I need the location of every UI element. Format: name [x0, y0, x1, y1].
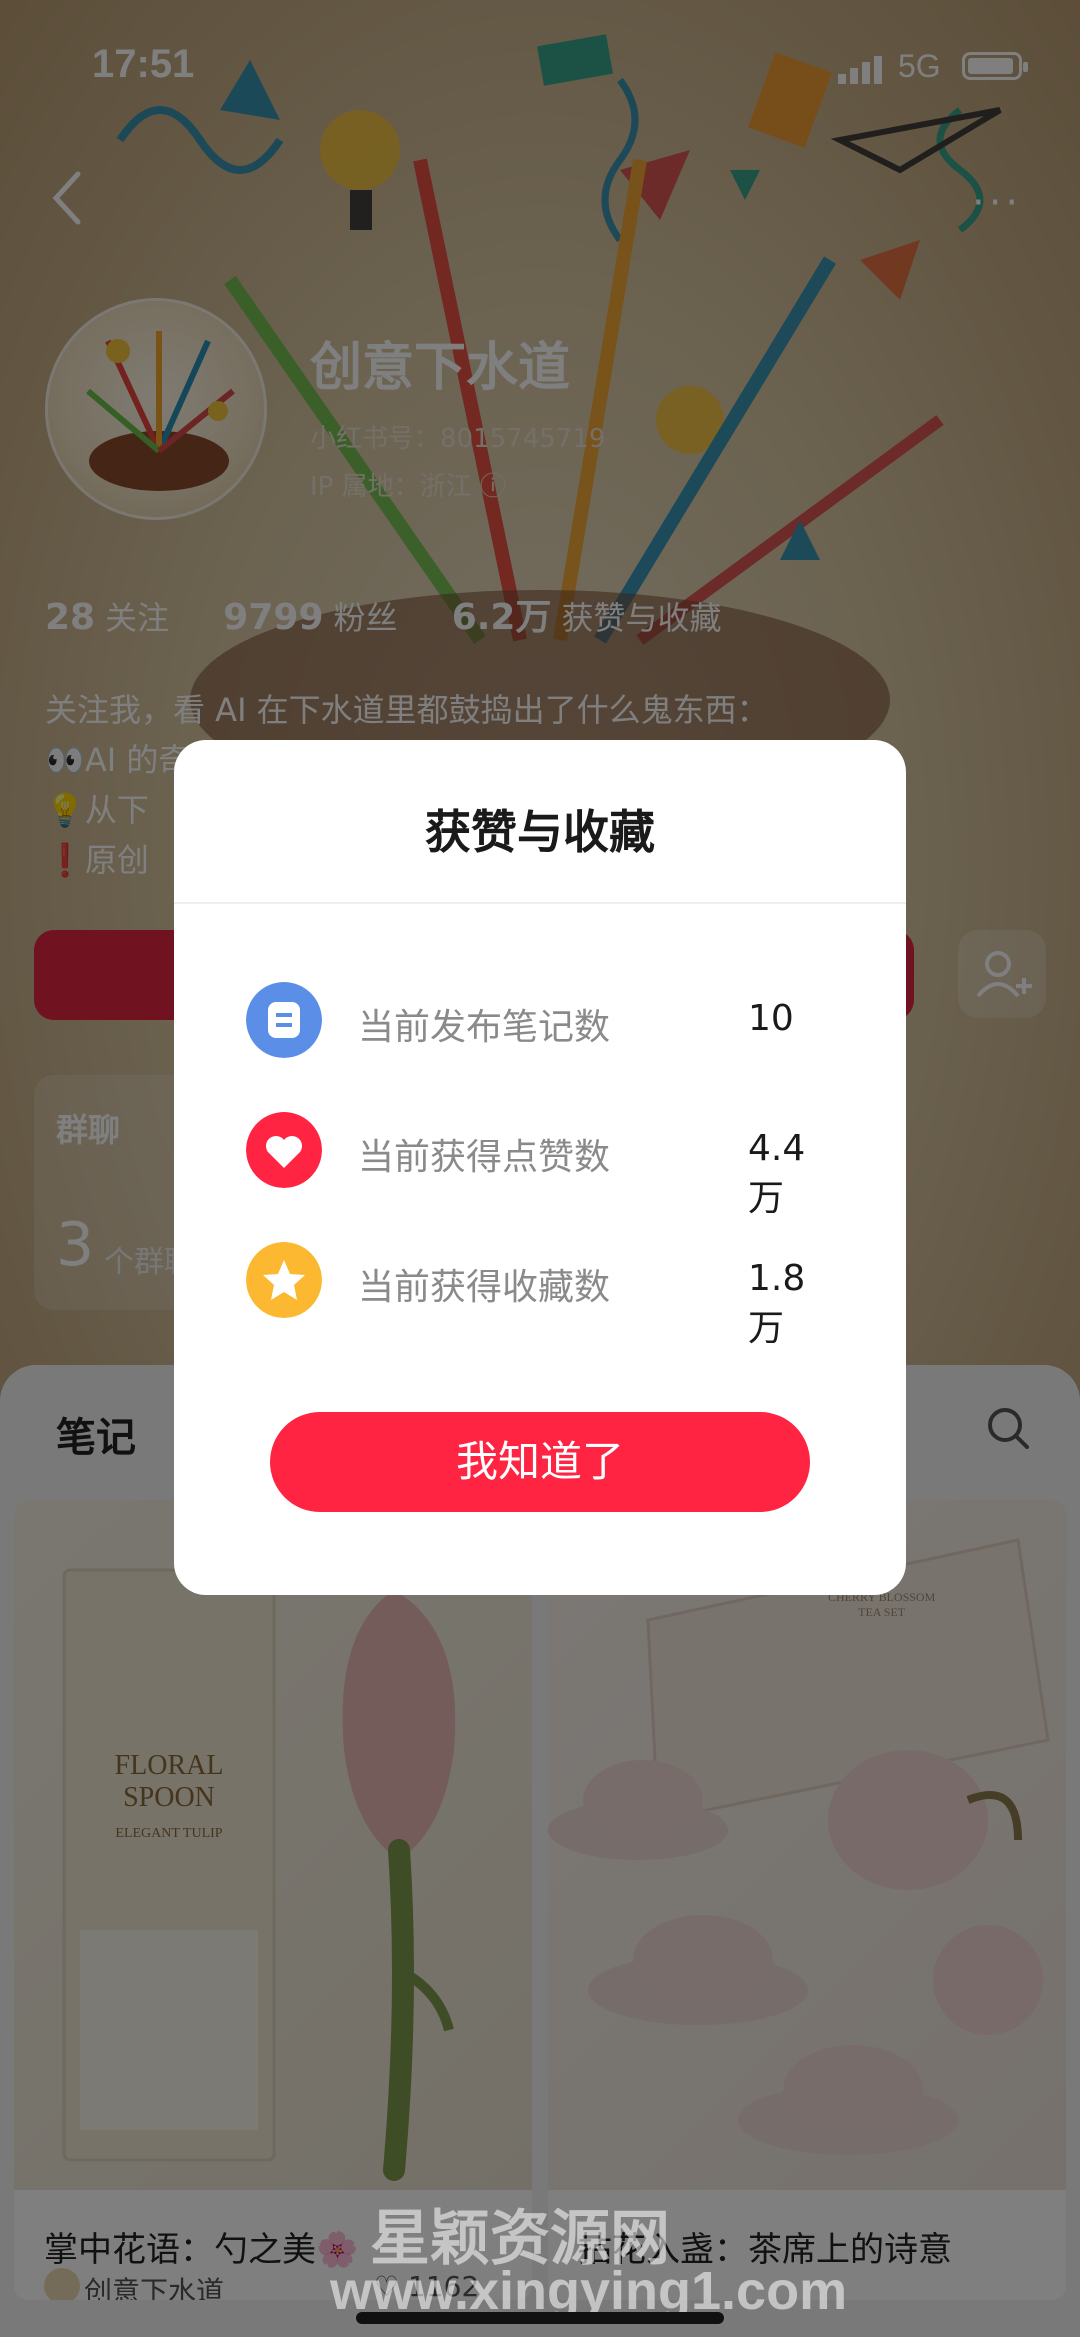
star-icon: [246, 1242, 322, 1318]
stat-row-notes: 当前发布笔记数 10: [246, 980, 846, 1060]
stat-value: 10: [748, 998, 794, 1039]
stat-value: 4.4 万: [748, 1128, 806, 1219]
stat-row-collects: 当前获得收藏数 1.8 万: [246, 1240, 846, 1349]
heart-icon: [246, 1112, 322, 1188]
stat-label: 当前获得点赞数: [358, 1137, 611, 1178]
dialog-divider: [174, 902, 906, 904]
stat-label: 当前发布笔记数: [358, 1007, 611, 1048]
stat-row-likes: 当前获得点赞数 4.4 万: [246, 1110, 846, 1219]
stat-value: 1.8 万: [748, 1258, 806, 1349]
got-it-button[interactable]: 我知道了: [270, 1412, 810, 1512]
stat-label: 当前获得收藏数: [358, 1267, 611, 1308]
dialog-title: 获赞与收藏: [425, 805, 655, 859]
home-indicator[interactable]: [356, 2312, 724, 2324]
note-icon: [246, 982, 322, 1058]
likes-collects-dialog: 获赞与收藏 当前发布笔记数 10 当前获得点赞数 4.4 万 当前获得收藏数 1…: [174, 740, 906, 1595]
